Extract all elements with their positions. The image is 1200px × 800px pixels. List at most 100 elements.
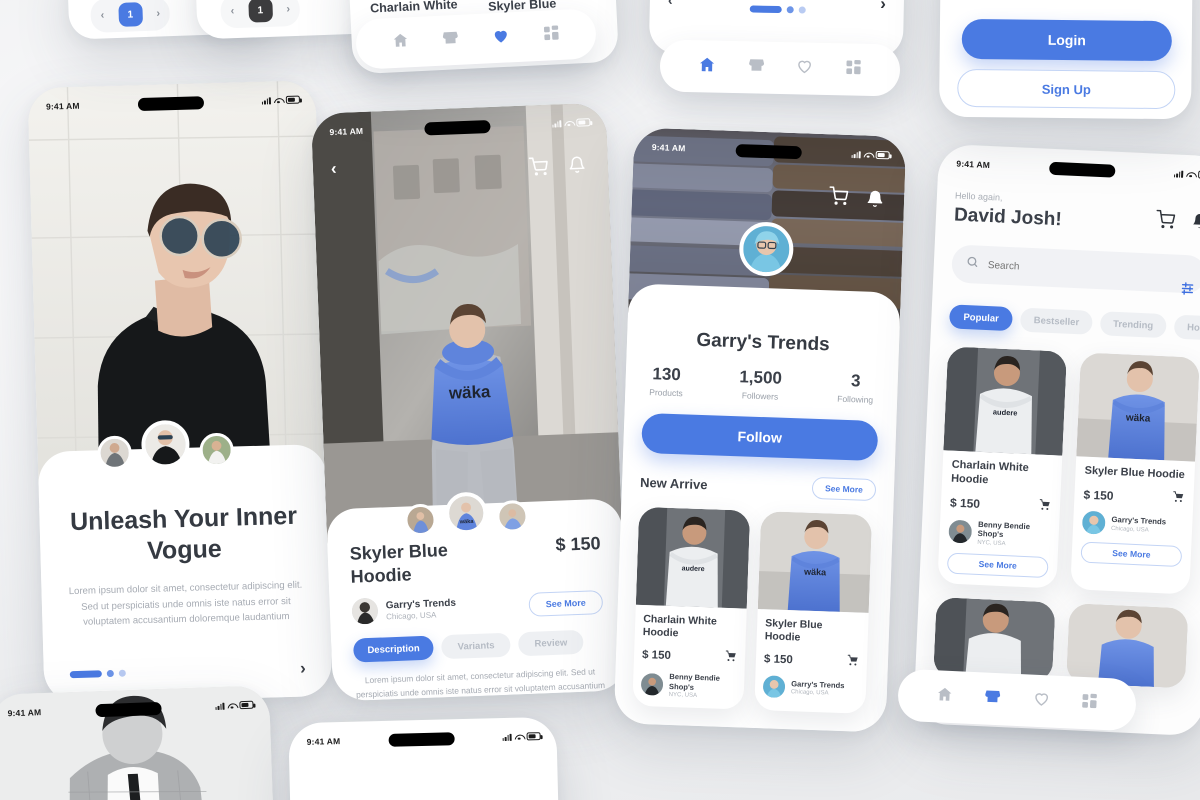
home-icon[interactable] [392,31,410,54]
tab-description[interactable]: Description [353,635,435,663]
grid-icon[interactable] [542,24,560,47]
notch [735,143,802,159]
product-card[interactable] [1065,602,1189,688]
heart-icon[interactable] [1032,690,1050,713]
cart-icon[interactable] [847,653,860,671]
search-input[interactable] [987,259,1192,280]
search-bar[interactable] [951,244,1200,295]
signal-icon [215,702,225,711]
pagination-dots[interactable] [69,669,126,679]
store-icon[interactable] [747,56,764,78]
seller-avatar[interactable] [351,598,379,626]
product-card[interactable]: wäka Skyler Blue Hoodie $ 150 Garry's Tr… [1070,352,1200,595]
chip-bestseller[interactable]: Bestseller [1020,307,1093,335]
chip-trending[interactable]: Trending [1099,311,1167,339]
product-name: Skyler Blue Hoodie [349,539,449,587]
home-screen: 9:41 AM Hello again, David Josh! Search … [912,143,1200,737]
chevron-left-icon[interactable]: ‹ [668,0,673,8]
bell-icon[interactable] [866,190,885,214]
stat-value: 1,500 [739,367,783,388]
grid-icon[interactable] [845,58,862,80]
status-time: 9:41 AM [651,142,686,154]
bell-icon[interactable] [568,155,587,179]
wifi-icon [1186,170,1195,177]
tab-variants[interactable]: Variants [441,632,512,660]
chevron-left-icon[interactable]: ‹ [331,159,337,179]
chevron-left-icon[interactable]: ‹ [230,5,234,17]
avatar[interactable] [140,419,191,470]
chevron-right-icon[interactable]: › [286,3,290,15]
cart-icon[interactable] [829,186,849,211]
home-icon[interactable] [935,685,953,708]
sliders-icon[interactable] [1179,281,1195,302]
heart-icon[interactable] [491,26,510,50]
chevron-left-icon[interactable]: ‹ [100,9,104,21]
see-more-button[interactable]: See More [946,552,1049,578]
battery-icon [576,118,591,127]
follow-button[interactable]: Follow [641,412,879,462]
cart-icon[interactable] [1039,497,1052,516]
signup-button[interactable]: Sign Up [957,68,1176,110]
pagination-dots[interactable] [749,5,806,14]
product-thumbnail[interactable] [495,499,530,534]
product-name: Charlain White Hoodie [642,613,718,640]
bottom-left-partial-screen: 9:41 AM [0,685,276,800]
tab-review[interactable]: Review [518,630,584,657]
svg-text:wäka: wäka [459,519,475,526]
see-more-button[interactable]: See More [811,476,877,502]
signal-icon [261,96,272,105]
bell-icon[interactable] [1190,212,1200,235]
login-button[interactable]: Login [961,18,1173,62]
cart-icon[interactable] [1155,209,1176,235]
product-image [1065,602,1189,688]
bottom-center-partial-screen: 9:41 AM [288,716,560,800]
stat-value: 130 [652,364,682,385]
bottom-nav-home-snippet [659,39,901,97]
notch [1048,161,1116,178]
quantity-value: 1 [117,2,143,27]
signal-icon [552,119,562,128]
home-icon[interactable] [698,55,716,78]
avatar[interactable] [199,432,235,468]
product-card[interactable]: audere Charlain White Hoodie $ 150 Benny… [632,506,751,710]
chevron-right-icon[interactable]: › [880,0,886,14]
chevron-right-icon[interactable]: › [300,658,306,678]
chip-popular[interactable]: Popular [948,304,1014,332]
product-thumbnail[interactable] [403,503,438,537]
cart-icon[interactable] [725,649,738,667]
product-card[interactable]: wäka Skyler Blue Hoodie $ 150 Garry's Tr… [754,511,873,715]
seller-avatar[interactable] [640,673,664,696]
cart-icon[interactable] [1172,489,1185,508]
auth-snippet: Login Sign Up [939,0,1193,120]
quantity-stepper[interactable]: ‹ 1 › [220,0,301,29]
seller-avatar[interactable] [948,519,973,544]
quantity-stepper[interactable]: ‹ 1 › [90,0,171,33]
store-icon[interactable] [442,29,460,52]
filter-chips: Popular Bestseller Trending Ho [948,304,1200,341]
greeting-name: David Josh! [953,204,1063,231]
shop-name: Garry's Trends [696,329,831,356]
avatar[interactable] [97,435,133,471]
chip-hot[interactable]: Ho [1173,314,1200,341]
detail-tabs: Description Variants Review [353,629,605,663]
product-card[interactable] [933,596,1056,682]
seller-avatar[interactable] [1081,510,1106,535]
see-more-button[interactable]: See More [528,590,604,618]
wifi-icon [227,702,236,709]
avatar-cluster [97,419,235,471]
product-image: audere [635,506,751,609]
quantity-value: 1 [247,0,273,23]
chevron-right-icon[interactable]: › [156,7,160,19]
shop-avatar[interactable] [738,221,795,278]
svg-text:audere: audere [681,565,704,573]
store-icon[interactable] [984,688,1002,711]
grid-icon[interactable] [1081,692,1099,715]
see-more-button[interactable]: See More [1080,541,1183,567]
cart-icon[interactable] [528,157,549,182]
product-thumbnail[interactable]: wäka [444,491,489,535]
heart-icon[interactable] [796,57,813,79]
greeting-small: Hello again, [954,190,1003,203]
product-card[interactable]: audere Charlain White Hoodie $ 150 Benny… [937,346,1068,588]
seller-avatar[interactable] [762,675,786,699]
battery-icon [285,95,300,104]
